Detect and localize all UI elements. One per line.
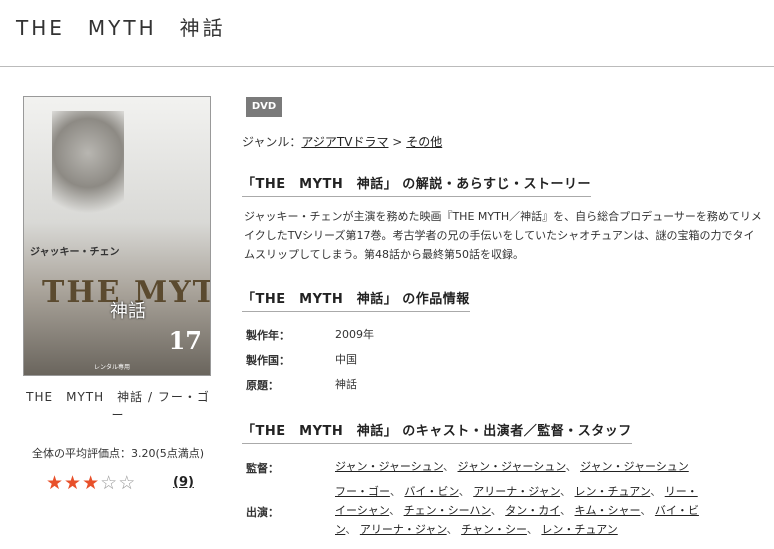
cast-link[interactable]: ン: [335, 523, 345, 536]
director-link[interactable]: ジャン・ジャーシュン: [335, 460, 443, 473]
info-value-year: 2009年: [335, 328, 374, 341]
cast-link[interactable]: レン・チュアン: [541, 523, 617, 536]
cast-list-line-1: フー・ゴー、 バイ・ビン、 アリーナ・ジャン、 レン・チュアン、 リー・: [335, 485, 698, 498]
page-title: THE MYTH 神話: [16, 16, 226, 40]
star-icon: ★: [46, 472, 65, 494]
genre-link-asia-tv-drama[interactable]: アジアTVドラマ: [301, 135, 388, 149]
cast-link[interactable]: タン・カイ: [505, 504, 560, 517]
genre-breadcrumb: ジャンル：アジアTVドラマ > その他: [242, 133, 442, 150]
star-empty-icon: ☆: [118, 472, 137, 494]
cast-list-line-2: イーシャン、 チェン・シーハン、 タン・カイ、 キム・シャー、 バイ・ビ: [335, 504, 699, 517]
review-count-link[interactable]: (9): [173, 475, 194, 490]
cast-link[interactable]: キム・シャー: [575, 504, 641, 517]
synopsis-text: ジャッキー・チェンが主演を務めた映画『THE MYTH／神話』を、自ら総合プロデ…: [244, 210, 762, 261]
cover-volume: 17: [168, 326, 202, 355]
star-empty-icon: ☆: [100, 472, 119, 494]
cast-link[interactable]: チャン・シー: [461, 523, 527, 536]
cast-link[interactable]: バイ・ビ: [655, 504, 699, 517]
cast-link[interactable]: チェン・シーハン: [404, 504, 491, 517]
cast-link[interactable]: レン・チュアン: [575, 485, 651, 498]
info-label-original-title: 原題：: [246, 379, 279, 392]
cast-label: 出演：: [246, 506, 279, 519]
product-cover-image[interactable]: ジャッキー・チェン THE MYTH 神話 17 レンタル専用: [23, 96, 211, 376]
format-badge: DVD: [246, 97, 282, 117]
cast-link[interactable]: イーシャン: [335, 504, 389, 517]
director-link[interactable]: ジャン・ジャーシュン: [580, 460, 689, 473]
info-label-country: 製作国：: [246, 354, 290, 367]
cover-cast-text: ジャッキー・チェン: [30, 247, 120, 258]
info-value-original-title: 神話: [335, 378, 357, 391]
cast-link[interactable]: フー・ゴー: [335, 485, 390, 498]
cast-link[interactable]: アリーナ・ジャン: [360, 523, 447, 536]
rating-stars: ★★★☆☆: [46, 472, 136, 494]
genre-separator: >: [392, 135, 403, 149]
synopsis-heading: 「THE MYTH 神話」 の解説・あらすじ・ストーリー: [242, 173, 591, 197]
cast-link[interactable]: リー・: [665, 485, 698, 498]
director-label: 監督：: [246, 462, 279, 475]
director-link[interactable]: ジャン・ジャーシュン: [458, 460, 566, 473]
cover-logo-kanji: 神話: [110, 301, 146, 322]
star-icon: ★: [64, 472, 83, 494]
product-name: THE MYTH 神話 / フー・ゴー: [26, 390, 210, 422]
info-label-year: 製作年：: [246, 329, 290, 342]
rating-summary: 全体の平均評価点：3.20(5点満点): [31, 447, 205, 460]
genre-label: ジャンル：: [242, 135, 302, 149]
cast-list-line-3: ン、 アリーナ・ジャン、 チャン・シー、 レン・チュアン: [335, 523, 618, 536]
cover-figure: [52, 111, 124, 231]
cast-link[interactable]: アリーナ・ジャン: [473, 485, 560, 498]
title-bar: THE MYTH 神話: [0, 0, 774, 67]
star-icon: ★: [82, 472, 101, 494]
info-value-country: 中国: [335, 353, 357, 366]
info-heading: 「THE MYTH 神話」 の作品情報: [242, 288, 470, 312]
cover-rental-text: レンタル専用: [94, 364, 131, 371]
cast-heading: 「THE MYTH 神話」 のキャスト・出演者／監督・スタッフ: [242, 420, 632, 444]
director-list: ジャン・ジャーシュン、 ジャン・ジャーシュン、 ジャン・ジャーシュン: [335, 460, 689, 473]
cast-link[interactable]: バイ・ビン: [404, 485, 458, 498]
genre-link-other[interactable]: その他: [406, 135, 442, 149]
